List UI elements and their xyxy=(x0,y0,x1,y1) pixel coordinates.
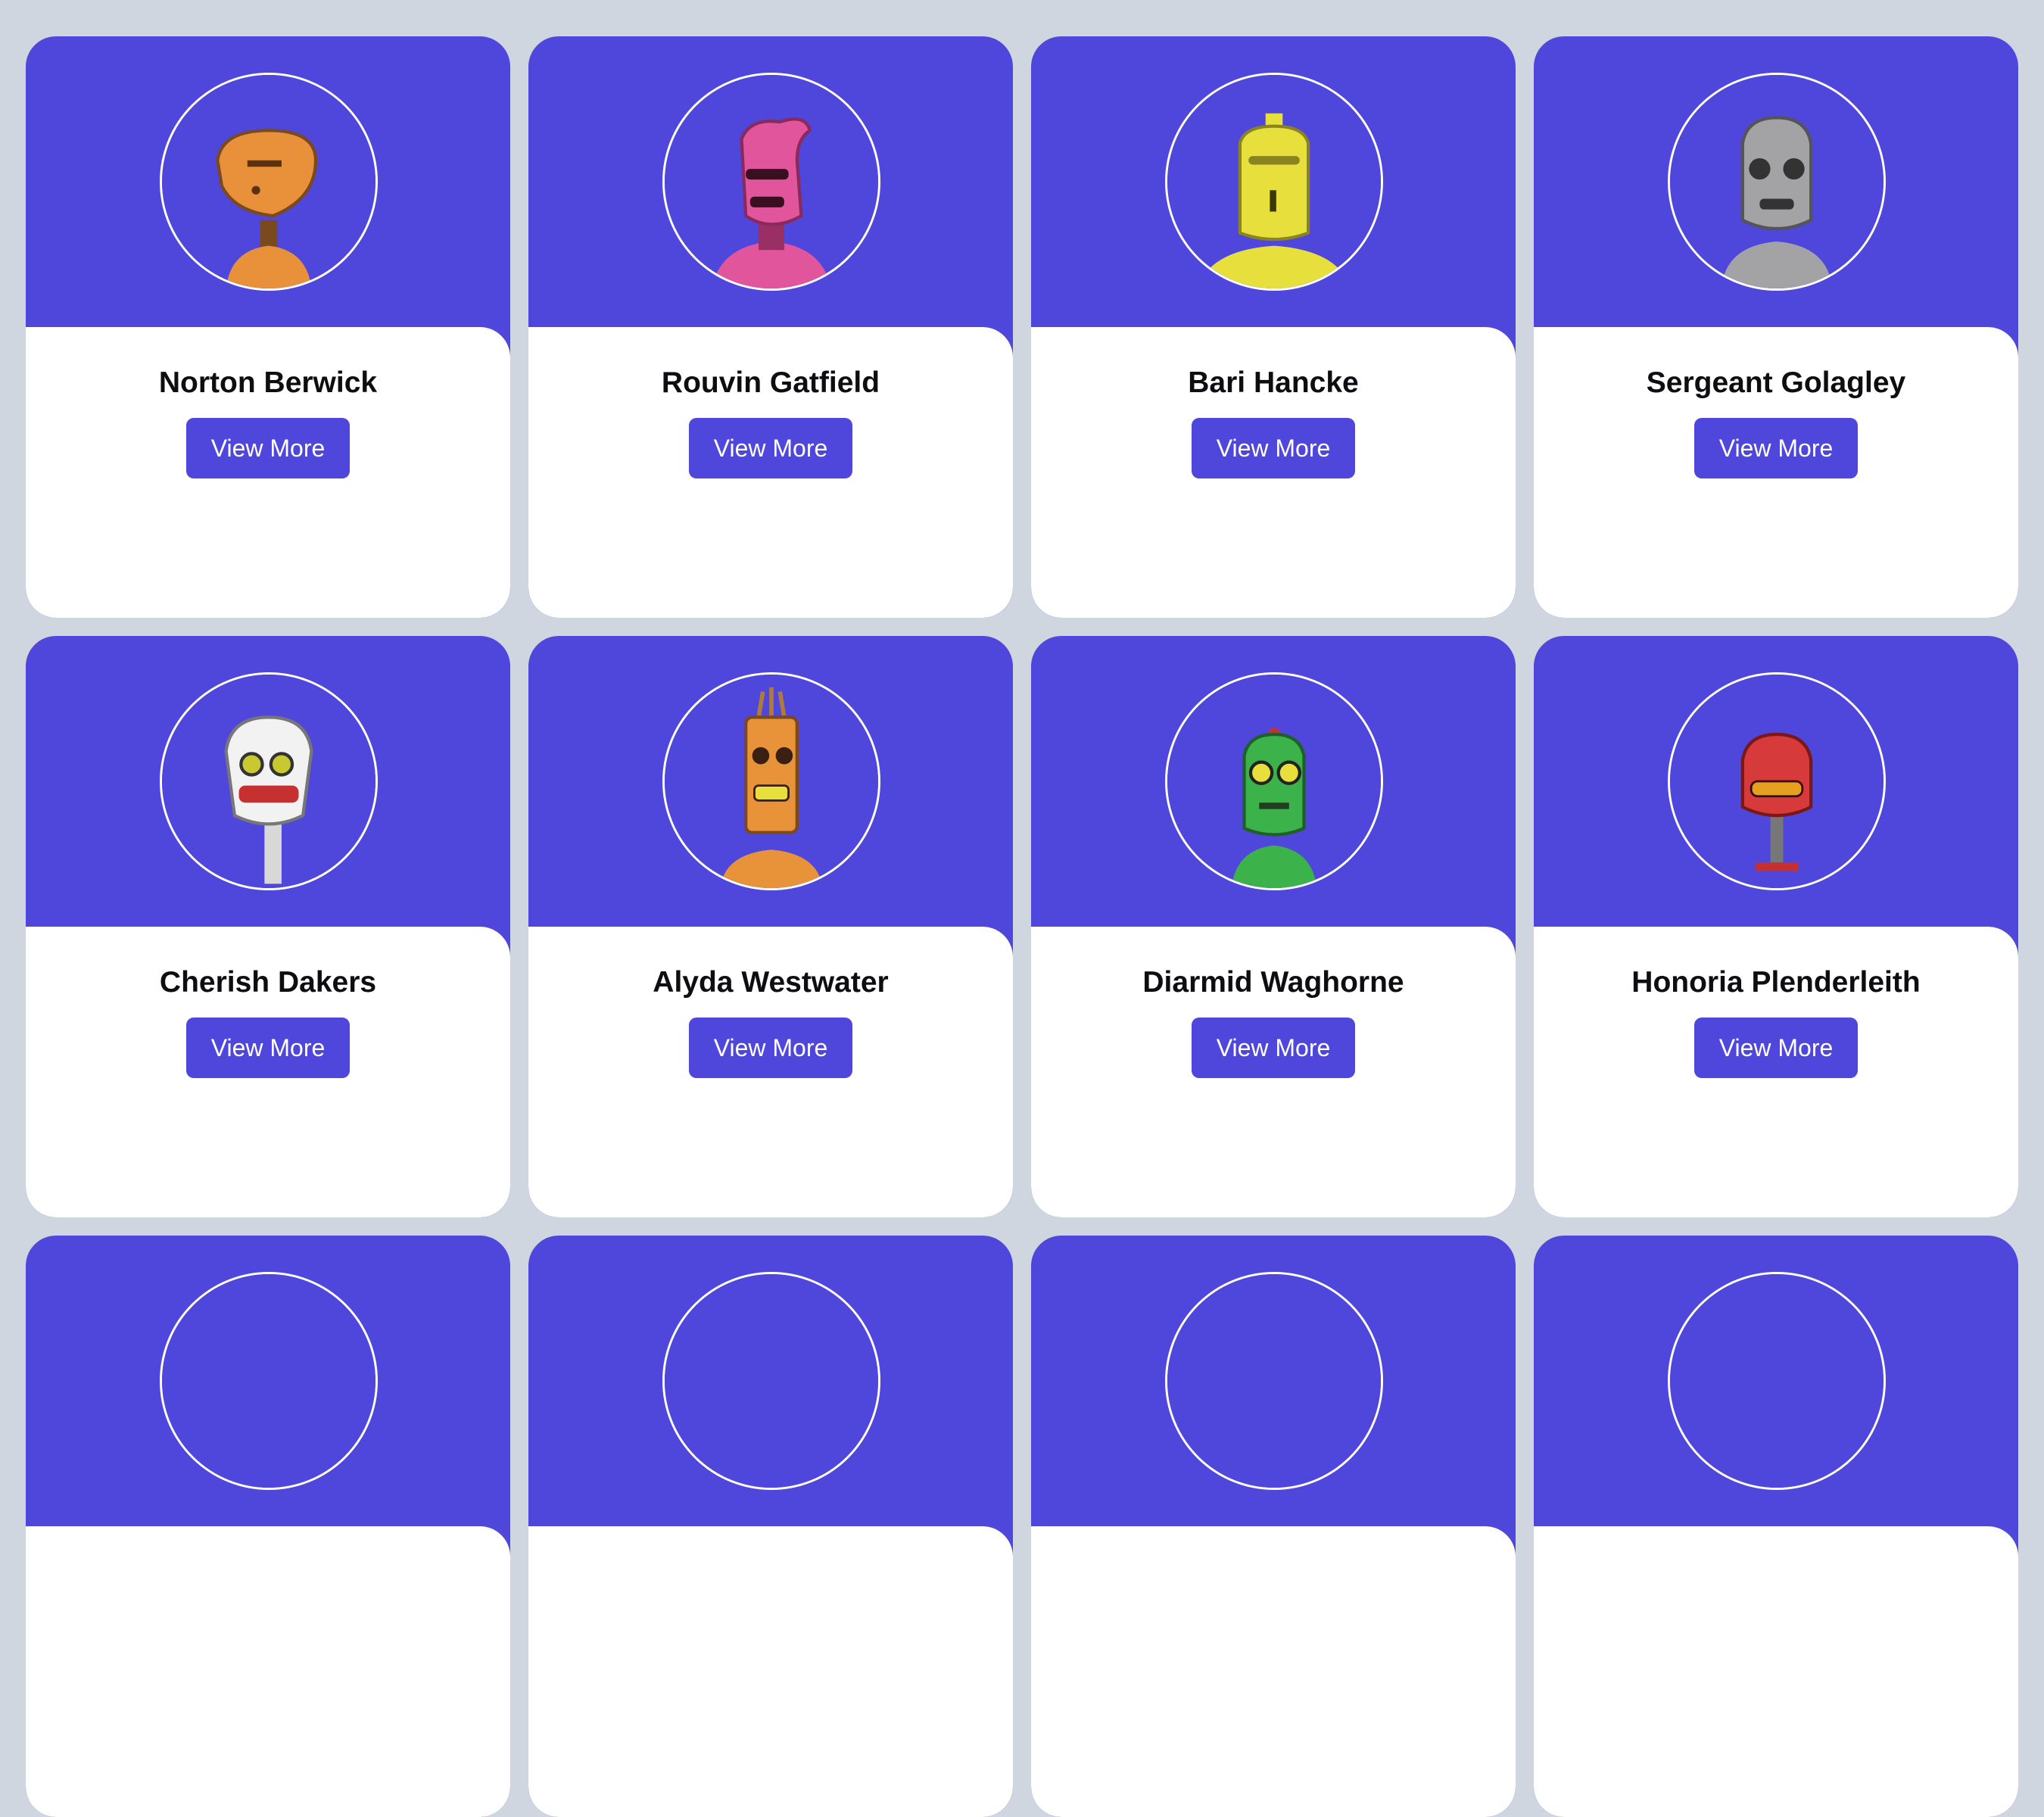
robot-avatar-icon xyxy=(1668,73,1886,291)
robot-card: Honoria Plenderleith View More xyxy=(1534,636,2018,1217)
robot-avatar-icon xyxy=(160,672,378,890)
robot-card: Norton Berwick View More xyxy=(26,36,510,618)
robot-avatar-icon xyxy=(662,1272,880,1490)
robot-card: Bari Hancke View More xyxy=(1031,36,1516,618)
robot-avatar-icon xyxy=(662,73,880,291)
robot-avatar-icon xyxy=(1165,1272,1383,1490)
robot-name: Rouvin Gatfield xyxy=(661,366,880,399)
robot-name: Cherish Dakers xyxy=(159,966,377,999)
robot-name: Bari Hancke xyxy=(1188,366,1359,399)
robot-card: Diarmid Waghorne View More xyxy=(1031,636,1516,1217)
robot-card xyxy=(26,1236,510,1817)
robot-avatar-icon xyxy=(160,73,378,291)
robot-name: Diarmid Waghorne xyxy=(1142,966,1404,999)
view-more-button[interactable]: View More xyxy=(1694,1018,1858,1078)
robot-card xyxy=(1534,1236,2018,1817)
view-more-button[interactable]: View More xyxy=(689,418,852,478)
robot-avatar-icon xyxy=(1165,672,1383,890)
view-more-button[interactable]: View More xyxy=(689,1018,852,1078)
card-body xyxy=(1031,1526,1516,1817)
view-more-button[interactable]: View More xyxy=(186,418,350,478)
robot-name: Honoria Plenderleith xyxy=(1631,966,1921,999)
view-more-button[interactable]: View More xyxy=(1192,418,1355,478)
robot-card xyxy=(1031,1236,1516,1817)
robot-avatar-icon xyxy=(662,672,880,890)
robot-name: Alyda Westwater xyxy=(653,966,889,999)
view-more-button[interactable]: View More xyxy=(1192,1018,1355,1078)
card-body xyxy=(26,1526,510,1817)
robot-avatar-icon xyxy=(1165,73,1383,291)
robot-card-grid: Norton Berwick View More Rouvin Gatfield… xyxy=(26,36,2018,1817)
robot-name: Norton Berwick xyxy=(158,366,378,399)
robot-avatar-icon xyxy=(160,1272,378,1490)
card-body xyxy=(1534,1526,2018,1817)
robot-card: Rouvin Gatfield View More xyxy=(528,36,1013,618)
robot-avatar-icon xyxy=(1668,672,1886,890)
robot-card: Cherish Dakers View More xyxy=(26,636,510,1217)
robot-name: Sergeant Golagley xyxy=(1646,366,1906,399)
robot-card: Sergeant Golagley View More xyxy=(1534,36,2018,618)
card-body xyxy=(528,1526,1013,1817)
robot-card xyxy=(528,1236,1013,1817)
view-more-button[interactable]: View More xyxy=(186,1018,350,1078)
robot-avatar-icon xyxy=(1668,1272,1886,1490)
robot-card: Alyda Westwater View More xyxy=(528,636,1013,1217)
view-more-button[interactable]: View More xyxy=(1694,418,1858,478)
